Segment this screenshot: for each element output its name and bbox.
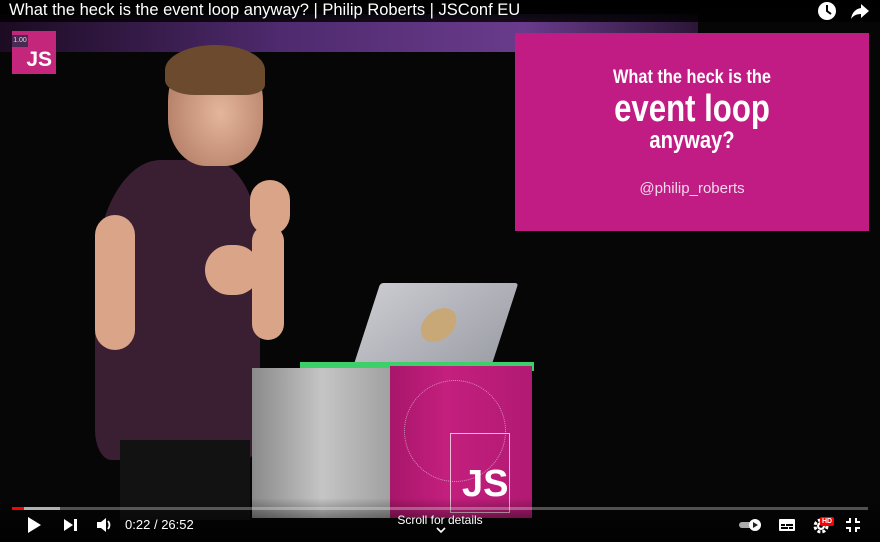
play-icon[interactable] [25, 516, 43, 534]
speed-badge: 1.00 [12, 35, 28, 47]
slide-line-3: anyway? [649, 127, 735, 154]
hd-badge: HD [820, 517, 835, 526]
speaker-arm-right [252, 225, 284, 340]
chevron-down-icon[interactable] [436, 527, 446, 534]
volume-icon[interactable] [96, 517, 114, 533]
scroll-hint[interactable]: Scroll for details [380, 513, 500, 527]
slide-line-1: What the heck is the [613, 67, 771, 88]
laptop [353, 283, 519, 365]
slide-handle: @philip_roberts [639, 180, 745, 197]
speaker-arm-left [95, 215, 135, 350]
slide-line-2: event loop [614, 88, 770, 130]
time-display: 0:22 / 26:52 [125, 517, 194, 532]
exit-fullscreen-icon[interactable] [845, 517, 861, 533]
autoplay-toggle-icon[interactable] [738, 518, 762, 532]
duration: 26:52 [161, 517, 194, 532]
clock-icon[interactable] [817, 1, 837, 21]
progress-played [12, 507, 24, 510]
podium-grey-side [252, 368, 392, 518]
share-icon[interactable] [850, 1, 870, 21]
video-top-bar: What the heck is the event loop anyway? … [0, 0, 880, 22]
subtitles-icon[interactable] [778, 518, 796, 532]
logo-text: JS [26, 48, 52, 71]
speaker-hair [165, 45, 265, 95]
laptop-sticker [416, 308, 462, 342]
time-separator: / [153, 517, 158, 532]
progress-bar[interactable] [12, 507, 868, 510]
next-icon[interactable] [63, 518, 79, 532]
video-title[interactable]: What the heck is the event loop anyway? … [9, 0, 520, 20]
video-frame[interactable]: JS 1.00 What the heck is the event loop … [0, 0, 880, 542]
current-time: 0:22 [125, 517, 151, 532]
presentation-slide: What the heck is the event loop anyway? … [515, 33, 869, 231]
